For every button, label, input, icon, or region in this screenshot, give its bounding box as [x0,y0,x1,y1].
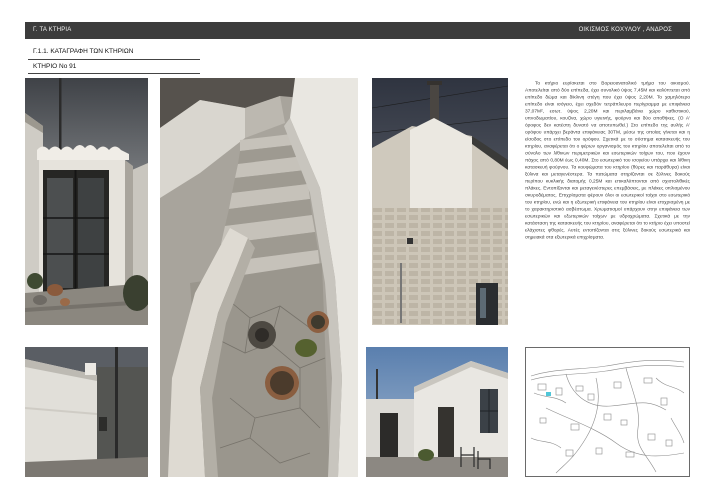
page-title: Γ.1.1. ΚΑΤΑΓΡΑΦΗ ΤΩΝ ΚΤΗΡΙΩΝ [33,48,134,55]
photo-side-walls [25,347,148,477]
building-description: Το κτήριο ευρίσκεται στο Βορειοανατολικό… [525,80,690,241]
photo-courtyard-image [366,347,508,477]
title-underline [28,59,200,60]
photo-entrance-doorway [25,78,148,325]
photo-staircase-image [160,78,358,477]
photo-staircase [160,78,358,477]
photo-entrance-image [25,78,148,325]
description-block: Το κτήριο ευρίσκεται στο Βορειοανατολικό… [525,80,690,280]
section-label: Γ. ΤΑ ΚΤΗΡΙΑ [33,27,72,33]
chimney [430,83,439,123]
photo-courtyard [366,347,508,477]
photo-facade-image [372,78,508,325]
door [476,283,498,325]
highlighted-building [546,392,551,396]
photo-facade-chimney [372,78,508,325]
settlement-plan [530,360,685,474]
settlement-label: ΟΙΚΙΣΜΟΣ ΚΟΧΥΛΟΥ , ΑΝΔΡΟΣ [578,27,672,33]
header-bar: Γ. ΤΑ ΚΤΗΡΙΑ ΟΙΚΙΣΜΟΣ ΚΟΧΥΛΟΥ , ΑΝΔΡΟΣ [25,22,690,39]
location-map [525,347,690,477]
photo-side-walls-image [25,347,148,477]
building-number: ΚΤΗΡΙΟ Νο 91 [33,63,77,70]
building-underline [28,73,200,74]
